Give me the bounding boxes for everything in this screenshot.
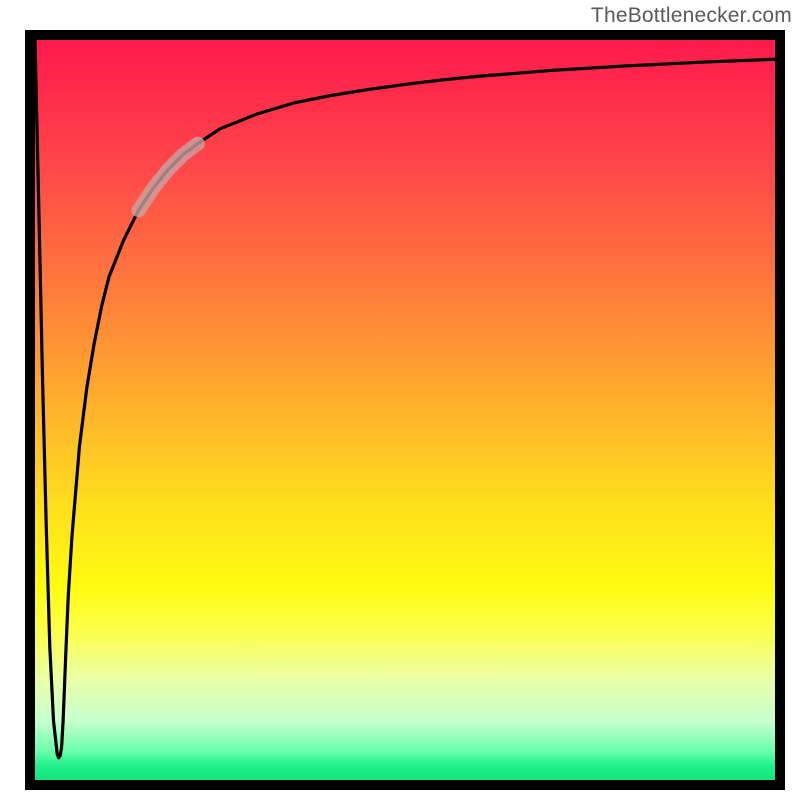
chart-root: TheBottlenecker.com <box>0 0 800 800</box>
curve-layer <box>35 40 775 780</box>
plot-frame <box>25 30 785 790</box>
attribution-label: TheBottlenecker.com <box>591 4 792 28</box>
curve-path <box>35 40 775 758</box>
curve-highlight <box>139 144 198 211</box>
